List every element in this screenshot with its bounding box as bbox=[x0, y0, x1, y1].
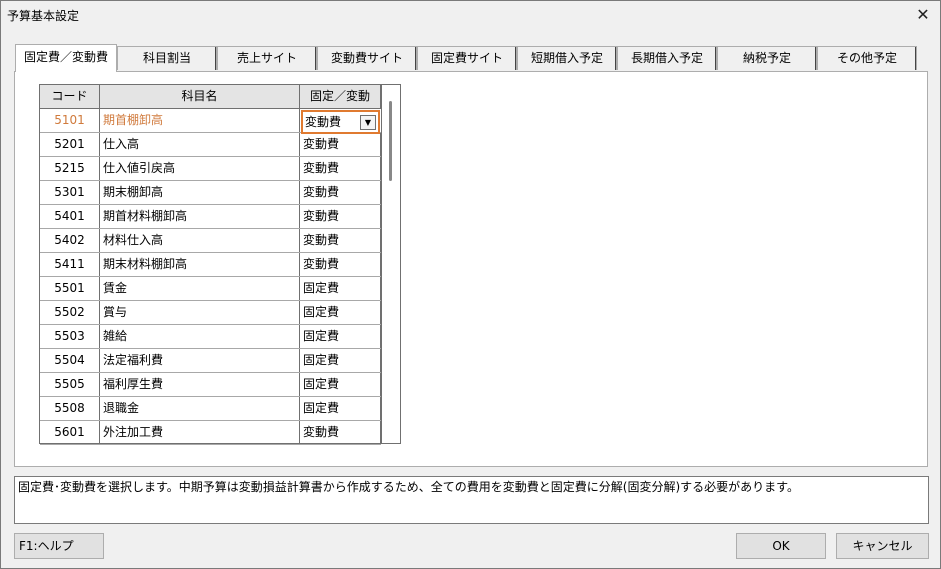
table-row[interactable]: 5402 材料仕入高 変動費 bbox=[40, 229, 381, 253]
message-box: 固定費･変動費を選択します。中期予算は変動損益計算書から作成するため、全ての費用… bbox=[14, 476, 929, 524]
cell-account-name: 期末材料棚卸高 bbox=[100, 253, 300, 276]
tab-fixed-site[interactable]: 固定費サイト bbox=[417, 46, 517, 70]
cell-type[interactable]: 固定費 bbox=[300, 301, 381, 324]
window-title: 予算基本設定 bbox=[7, 9, 80, 23]
grid-scrollbar[interactable] bbox=[381, 85, 400, 443]
scrollbar-thumb[interactable] bbox=[389, 101, 392, 181]
close-icon[interactable]: ✕ bbox=[910, 3, 936, 27]
tab-tax[interactable]: 納税予定 bbox=[717, 46, 817, 70]
header-type: 固定／変動 bbox=[300, 85, 381, 108]
cell-code: 5201 bbox=[40, 133, 100, 156]
cell-type[interactable]: 固定費 bbox=[300, 277, 381, 300]
table-row[interactable]: 5401 期首材料棚卸高 変動費 bbox=[40, 205, 381, 229]
table-row[interactable]: 5215 仕入値引戻高 変動費 bbox=[40, 157, 381, 181]
cell-code: 5301 bbox=[40, 181, 100, 204]
cell-account-name: 期首材料棚卸高 bbox=[100, 205, 300, 228]
dialog-window: 予算基本設定 ✕ 固定費／変動費 科目割当 売上サイト 変動費サイト 固定費サイ… bbox=[0, 0, 941, 569]
cell-type[interactable]: 変動費 bbox=[300, 181, 381, 204]
cell-account-name: 福利厚生費 bbox=[100, 373, 300, 396]
cell-code: 5101 bbox=[40, 109, 100, 132]
table-row[interactable]: 5411 期末材料棚卸高 変動費 bbox=[40, 253, 381, 277]
table-row[interactable]: 5601 外注加工費 変動費 bbox=[40, 421, 381, 445]
cell-type[interactable]: 変動費 bbox=[300, 157, 381, 180]
table-row[interactable]: 5501 賃金 固定費 bbox=[40, 277, 381, 301]
cell-code: 5502 bbox=[40, 301, 100, 324]
table-row[interactable]: 5508 退職金 固定費 bbox=[40, 397, 381, 421]
cell-type[interactable]: 変動費 bbox=[300, 253, 381, 276]
cell-type[interactable]: 固定費 bbox=[300, 373, 381, 396]
table-row[interactable]: 5504 法定福利費 固定費 bbox=[40, 349, 381, 373]
table-row[interactable]: 5101 期首棚卸高 変動費 ▼ bbox=[40, 109, 381, 134]
tab-sales-site[interactable]: 売上サイト bbox=[217, 46, 317, 70]
tab-fixed-variable[interactable]: 固定費／変動費 bbox=[15, 44, 117, 72]
cell-account-name: 仕入高 bbox=[100, 133, 300, 156]
cell-account-name: 雑給 bbox=[100, 325, 300, 348]
grid-header: コード 科目名 固定／変動 bbox=[40, 85, 381, 109]
cell-type[interactable]: 変動費 bbox=[300, 133, 381, 156]
cell-account-name: 退職金 bbox=[100, 397, 300, 420]
tab-long-loan[interactable]: 長期借入予定 bbox=[617, 46, 717, 70]
cell-code: 5505 bbox=[40, 373, 100, 396]
cell-code: 5401 bbox=[40, 205, 100, 228]
cell-code: 5508 bbox=[40, 397, 100, 420]
cell-type[interactable]: 変動費 bbox=[300, 421, 381, 444]
cell-code: 5504 bbox=[40, 349, 100, 372]
cell-type[interactable]: 固定費 bbox=[300, 325, 381, 348]
table-row[interactable]: 5301 期末棚卸高 変動費 bbox=[40, 181, 381, 205]
title-bar: 予算基本設定 ✕ bbox=[1, 1, 940, 29]
table-row[interactable]: 5503 雑給 固定費 bbox=[40, 325, 381, 349]
cell-account-name: 期首棚卸高 bbox=[100, 109, 300, 132]
dropdown-value: 変動費 bbox=[305, 115, 342, 129]
table-row[interactable]: 5201 仕入高 変動費 bbox=[40, 133, 381, 157]
cell-account-name: 法定福利費 bbox=[100, 349, 300, 372]
header-name: 科目名 bbox=[100, 85, 300, 108]
tab-panel: コード 科目名 固定／変動 5101 期首棚卸高 変動費 ▼ 5201 仕入高 変動費 521… bbox=[14, 71, 928, 467]
chevron-down-icon[interactable]: ▼ bbox=[360, 115, 376, 130]
tab-variable-site[interactable]: 変動費サイト bbox=[317, 46, 417, 70]
tab-account-assign[interactable]: 科目割当 bbox=[117, 46, 217, 70]
cell-code: 5411 bbox=[40, 253, 100, 276]
help-button[interactable]: F1:ヘルプ bbox=[14, 533, 104, 559]
cell-code: 5215 bbox=[40, 157, 100, 180]
cell-code: 5501 bbox=[40, 277, 100, 300]
cell-account-name: 期末棚卸高 bbox=[100, 181, 300, 204]
tab-short-loan[interactable]: 短期借入予定 bbox=[517, 46, 617, 70]
account-grid: コード 科目名 固定／変動 5101 期首棚卸高 変動費 ▼ 5201 仕入高 変動費 521… bbox=[39, 84, 401, 445]
cell-code: 5503 bbox=[40, 325, 100, 348]
tab-other[interactable]: その他予定 bbox=[817, 46, 917, 70]
table-row[interactable]: 5505 福利厚生費 固定費 bbox=[40, 373, 381, 397]
cell-account-name: 材料仕入高 bbox=[100, 229, 300, 252]
cell-account-name: 賞与 bbox=[100, 301, 300, 324]
cell-code: 5402 bbox=[40, 229, 100, 252]
cell-account-name: 賃金 bbox=[100, 277, 300, 300]
cell-type[interactable]: 変動費 bbox=[300, 229, 381, 252]
cell-type[interactable]: 変動費 bbox=[300, 205, 381, 228]
ok-button[interactable]: OK bbox=[736, 533, 826, 559]
type-dropdown[interactable]: 変動費 ▼ bbox=[301, 110, 380, 134]
cell-account-name: 仕入値引戻高 bbox=[100, 157, 300, 180]
cancel-button[interactable]: キャンセル bbox=[836, 533, 929, 559]
header-code: コード bbox=[40, 85, 100, 108]
cell-code: 5601 bbox=[40, 421, 100, 444]
cell-type[interactable]: 固定費 bbox=[300, 397, 381, 420]
cell-type[interactable]: 固定費 bbox=[300, 349, 381, 372]
table-row[interactable]: 5502 賞与 固定費 bbox=[40, 301, 381, 325]
cell-account-name: 外注加工費 bbox=[100, 421, 300, 444]
